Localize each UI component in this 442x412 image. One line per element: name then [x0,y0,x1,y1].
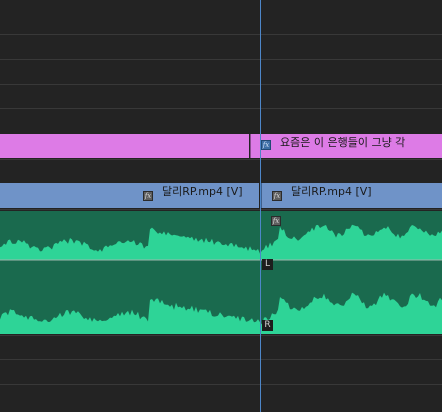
channel-left-marker: L [262,259,273,270]
audio-waveform [0,224,442,334]
fx-icon[interactable]: fx [143,191,153,201]
track-divider [0,59,442,60]
playhead[interactable] [260,0,261,412]
fx-icon[interactable]: fx [271,216,281,226]
track-divider [0,108,442,109]
track-divider [0,209,442,210]
fx-icon[interactable]: fx [261,140,271,150]
video-clip-right[interactable]: fx 달리RP.mp4 [V] [261,183,442,208]
subtitle-clip-left[interactable] [0,134,249,158]
video-clip-left[interactable]: fx 달리RP.mp4 [V] [0,183,259,208]
video-clip-label: 달리RP.mp4 [V] [162,185,243,198]
track-divider [0,335,442,336]
track-divider [0,359,442,360]
track-divider [0,384,442,385]
waveform-channel [0,292,442,334]
subtitle-clip-right[interactable]: fx 요즘은 이 은행들이 그냥 각 [250,134,442,158]
track-divider [0,84,442,85]
subtitle-clip-label: 요즘은 이 은행들이 그냥 각 [280,136,406,149]
track-divider [0,34,442,35]
video-clip-label: 달리RP.mp4 [V] [291,185,372,198]
sequence-timeline[interactable]: fx 요즘은 이 은행들이 그냥 각 fx 달리RP.mp4 [V] fx 달리… [0,0,442,412]
track-divider [0,159,442,160]
fx-icon[interactable]: fx [272,191,282,201]
waveform-channel [0,224,442,260]
channel-right-marker: R [262,320,273,331]
